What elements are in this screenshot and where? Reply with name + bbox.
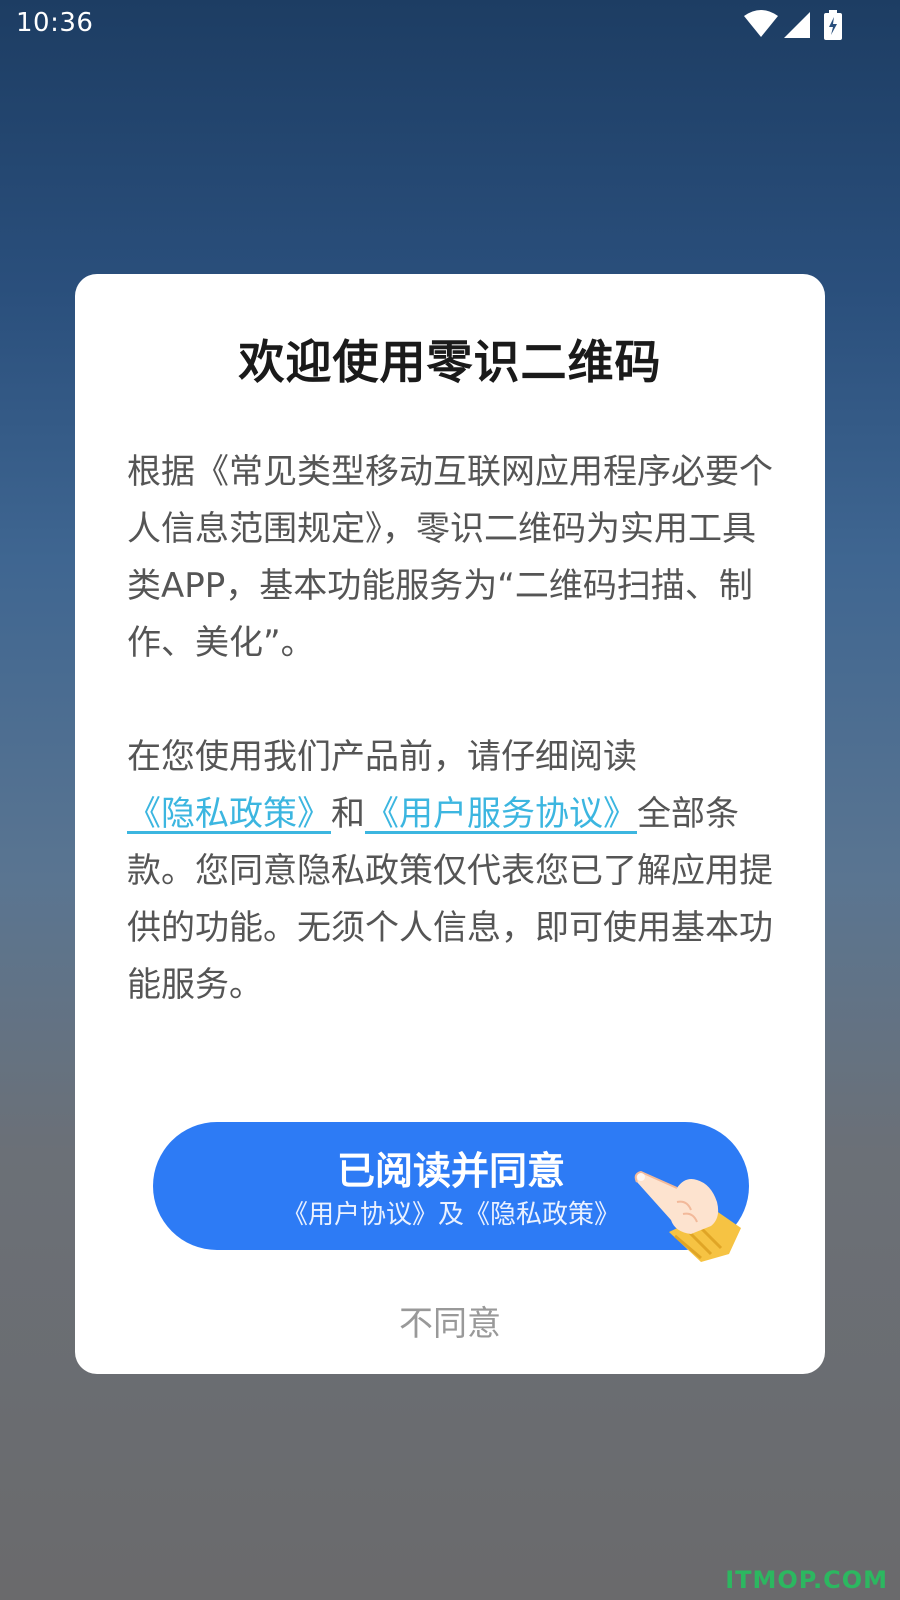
- disagree-button[interactable]: 不同意: [350, 1294, 550, 1354]
- watermark: ITMOP.COM: [725, 1566, 888, 1594]
- wifi-icon: [744, 10, 778, 38]
- battery-charging-icon: [824, 10, 842, 40]
- privacy-dialog: 欢迎使用零识二维码 根据《常见类型移动互联网应用程序必要个人信息范围规定》，零识…: [75, 274, 825, 1374]
- agree-button[interactable]: 已阅读并同意 《用户协议》及《隐私政策》: [153, 1122, 749, 1262]
- status-time: 10:36: [16, 8, 94, 38]
- pointing-hand-icon: [631, 1158, 751, 1268]
- user-agreement-link[interactable]: 《用户服务协议》: [365, 794, 637, 834]
- signal-icon: [784, 12, 810, 38]
- status-icons: [744, 10, 854, 40]
- status-bar: 10:36: [0, 0, 900, 50]
- paragraph-notice: 在您使用我们产品前，请仔细阅读 《隐私政策》和《用户服务协议》全部条款。您同意隐私…: [127, 729, 777, 1014]
- connector-text: 和: [331, 794, 365, 834]
- privacy-policy-link[interactable]: 《隐私政策》: [127, 794, 331, 834]
- notice-text-before: 在您使用我们产品前，请仔细阅读: [127, 737, 637, 777]
- dialog-body: 根据《常见类型移动互联网应用程序必要个人信息范围规定》，零识二维码为实用工具类A…: [127, 444, 777, 1014]
- dialog-title: 欢迎使用零识二维码: [238, 335, 662, 389]
- paragraph-intro: 根据《常见类型移动互联网应用程序必要个人信息范围规定》，零识二维码为实用工具类A…: [127, 452, 773, 663]
